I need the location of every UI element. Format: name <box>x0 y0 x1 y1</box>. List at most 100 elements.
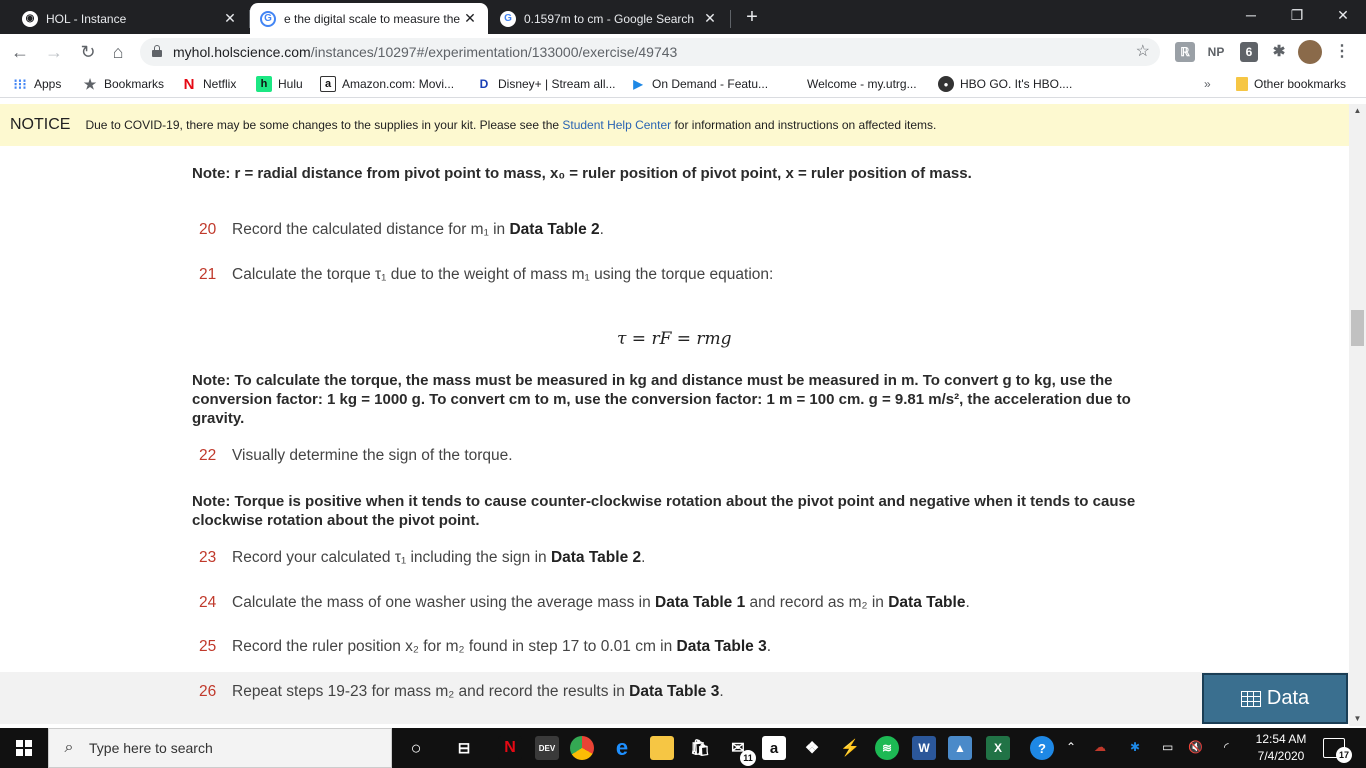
close-tab-icon[interactable]: ✕ <box>222 10 238 27</box>
excel-icon[interactable]: X <box>986 736 1010 760</box>
lock-icon <box>152 45 162 57</box>
bookmark-label: HBO GO. It's HBO.... <box>960 77 1073 91</box>
close-tab-icon[interactable]: ✕ <box>702 10 718 27</box>
step-21: 21 Calculate the torque τ₁ due to the wei… <box>199 266 774 283</box>
dev-app-icon[interactable]: DEV <box>535 736 559 760</box>
folder-icon <box>1236 77 1248 91</box>
battery-icon[interactable]: ▭ <box>1162 740 1173 754</box>
photos-icon[interactable]: ▲ <box>948 736 972 760</box>
close-tab-icon[interactable]: ✕ <box>462 10 478 27</box>
store-icon[interactable]: 🛍 <box>688 736 712 760</box>
play-icon: ▶ <box>633 77 643 91</box>
antivirus-icon[interactable]: ☁ <box>1094 740 1106 754</box>
amazon-app-icon[interactable]: a <box>762 736 786 760</box>
step-number: 25 <box>199 638 217 655</box>
cortana-icon[interactable]: ○ <box>404 736 428 760</box>
windows-taskbar: ⌕ Type here to search ○ ⊟ N DEV e 🛍 ✉ 11… <box>0 728 1366 768</box>
file-explorer-icon[interactable] <box>650 736 674 760</box>
covid-notice-banner: NOTICE Due to COVID-19, there may be som… <box>0 104 1349 146</box>
bookmark-label: Disney+ | Stream all... <box>498 77 616 91</box>
new-tab-button[interactable]: + <box>740 5 764 29</box>
taskbar-clock[interactable]: 12:54 AM 7/4/2020 <box>1248 731 1314 765</box>
step-24: 24 Calculate the mass of one washer using… <box>199 594 970 611</box>
tab-title: e the digital scale to measure the <box>284 11 461 26</box>
tab-title: HOL - Instance <box>46 11 127 26</box>
restore-icon[interactable]: ❐ <box>1274 0 1320 30</box>
spotify-icon[interactable]: ≋ <box>875 736 899 760</box>
bookmarks-overflow-chevron[interactable]: » <box>1204 76 1211 92</box>
task-view-icon[interactable]: ⊟ <box>452 736 476 760</box>
show-hidden-icons-chevron[interactable]: ⌃ <box>1066 740 1076 754</box>
wifi-icon[interactable]: ◜ <box>1224 740 1229 754</box>
tab-hol-instance[interactable]: ◉ HOL - Instance ✕ <box>12 3 248 34</box>
url-text: myhol.holscience.com/instances/10297#/ex… <box>173 44 678 60</box>
bookmark-utrgv[interactable]: Welcome - my.utrg... <box>785 76 917 92</box>
step-22: 22 Visually determine the sign of the tor… <box>199 447 513 464</box>
browser-toolbar: ← → ↻ ⌂ myhol.holscience.com/instances/1… <box>0 34 1366 70</box>
reload-icon[interactable]: ↻ <box>76 40 100 64</box>
bookmark-disney[interactable]: D Disney+ | Stream all... <box>476 76 616 92</box>
puzzle-extensions-icon[interactable]: ✱ <box>1270 42 1288 62</box>
netflix-icon: N <box>183 75 195 93</box>
data-button[interactable]: Data <box>1202 673 1348 724</box>
bookmark-star-icon[interactable]: ☆ <box>1136 41 1150 61</box>
home-icon[interactable]: ⌂ <box>106 40 130 64</box>
bookmark-hbo[interactable]: ● HBO GO. It's HBO.... <box>938 76 1072 92</box>
netflix-app-icon[interactable]: N <box>498 736 522 760</box>
taskbar-search-box[interactable]: ⌕ Type here to search <box>48 728 392 768</box>
menu-kebab-icon[interactable]: ⋮ <box>1334 42 1350 62</box>
start-button[interactable] <box>0 728 48 768</box>
utrgv-icon <box>785 76 801 92</box>
chrome-icon[interactable] <box>570 736 594 760</box>
np-extension[interactable]: NP <box>1203 42 1229 62</box>
scroll-down-icon[interactable]: ▼ <box>1349 712 1366 726</box>
step-number: 20 <box>199 221 217 238</box>
page-scrollbar[interactable]: ▲ ▼ <box>1349 104 1366 726</box>
data-button-label: Data <box>1266 687 1310 709</box>
step-number: 22 <box>199 447 217 464</box>
star-icon: ★ <box>83 75 97 92</box>
notification-count-badge: 17 <box>1336 747 1352 763</box>
word-icon[interactable]: W <box>912 736 936 760</box>
close-window-icon[interactable]: ✕ <box>1320 0 1366 30</box>
edge-icon[interactable]: e <box>610 735 634 760</box>
bookmark-bookmarks[interactable]: ★ Bookmarks <box>82 76 164 92</box>
bookmark-label: Other bookmarks <box>1254 77 1347 91</box>
bookmark-amazon[interactable]: a Amazon.com: Movi... <box>320 76 454 92</box>
step-number: 24 <box>199 594 217 611</box>
address-bar[interactable]: myhol.holscience.com/instances/10297#/ex… <box>140 38 1160 66</box>
tab-google-search[interactable]: G 0.1597m to cm - Google Search ✕ <box>490 3 728 34</box>
disney-icon: D <box>479 77 489 91</box>
student-help-center-link[interactable]: Student Help Center <box>562 118 671 132</box>
vectorworks-icon[interactable]: ⚡ <box>838 736 862 760</box>
bluetooth-icon[interactable]: ✱ <box>1130 740 1140 754</box>
dropbox-icon[interactable]: ❖ <box>800 736 824 760</box>
scroll-thumb[interactable] <box>1351 310 1364 346</box>
extension-icon[interactable]: ℝ <box>1175 42 1195 62</box>
bookmark-apps[interactable]: ⁝⁝⁝ Apps <box>12 76 61 92</box>
mail-badge: 11 <box>740 750 756 766</box>
bookmark-netflix[interactable]: N Netflix <box>181 75 237 93</box>
apps-grid-icon: ⁝⁝⁝ <box>13 75 27 92</box>
profile-avatar[interactable] <box>1298 40 1322 64</box>
step-number: 23 <box>199 549 217 566</box>
bookmark-hulu[interactable]: h Hulu <box>256 76 303 92</box>
bookmark-label: Apps <box>34 77 62 91</box>
scroll-up-icon[interactable]: ▲ <box>1349 104 1366 118</box>
bookmark-label: Hulu <box>278 77 303 91</box>
forward-arrow-icon[interactable]: → <box>42 40 66 64</box>
amazon-icon: a <box>320 76 336 92</box>
bookmark-other[interactable]: Other bookmarks <box>1236 76 1346 92</box>
volume-muted-icon[interactable]: 🔇 <box>1188 740 1203 754</box>
help-icon[interactable]: ? <box>1030 736 1054 760</box>
step-number: 26 <box>199 683 217 700</box>
hol-favicon-icon: ◉ <box>22 10 38 27</box>
tab-digital-scale[interactable]: G e the digital scale to measure the ✕ <box>250 3 488 34</box>
notice-text: Due to COVID-19, there may be some chang… <box>85 118 937 132</box>
clock-date: 7/4/2020 <box>1257 749 1305 763</box>
bookmark-on-demand[interactable]: ▶ On Demand - Featu... <box>630 76 768 92</box>
back-arrow-icon[interactable]: ← <box>8 40 32 64</box>
minimize-icon[interactable]: ─ <box>1228 0 1274 30</box>
tab-title: 0.1597m to cm - Google Search <box>524 11 695 26</box>
password-extension-icon[interactable]: 6 <box>1240 42 1258 62</box>
